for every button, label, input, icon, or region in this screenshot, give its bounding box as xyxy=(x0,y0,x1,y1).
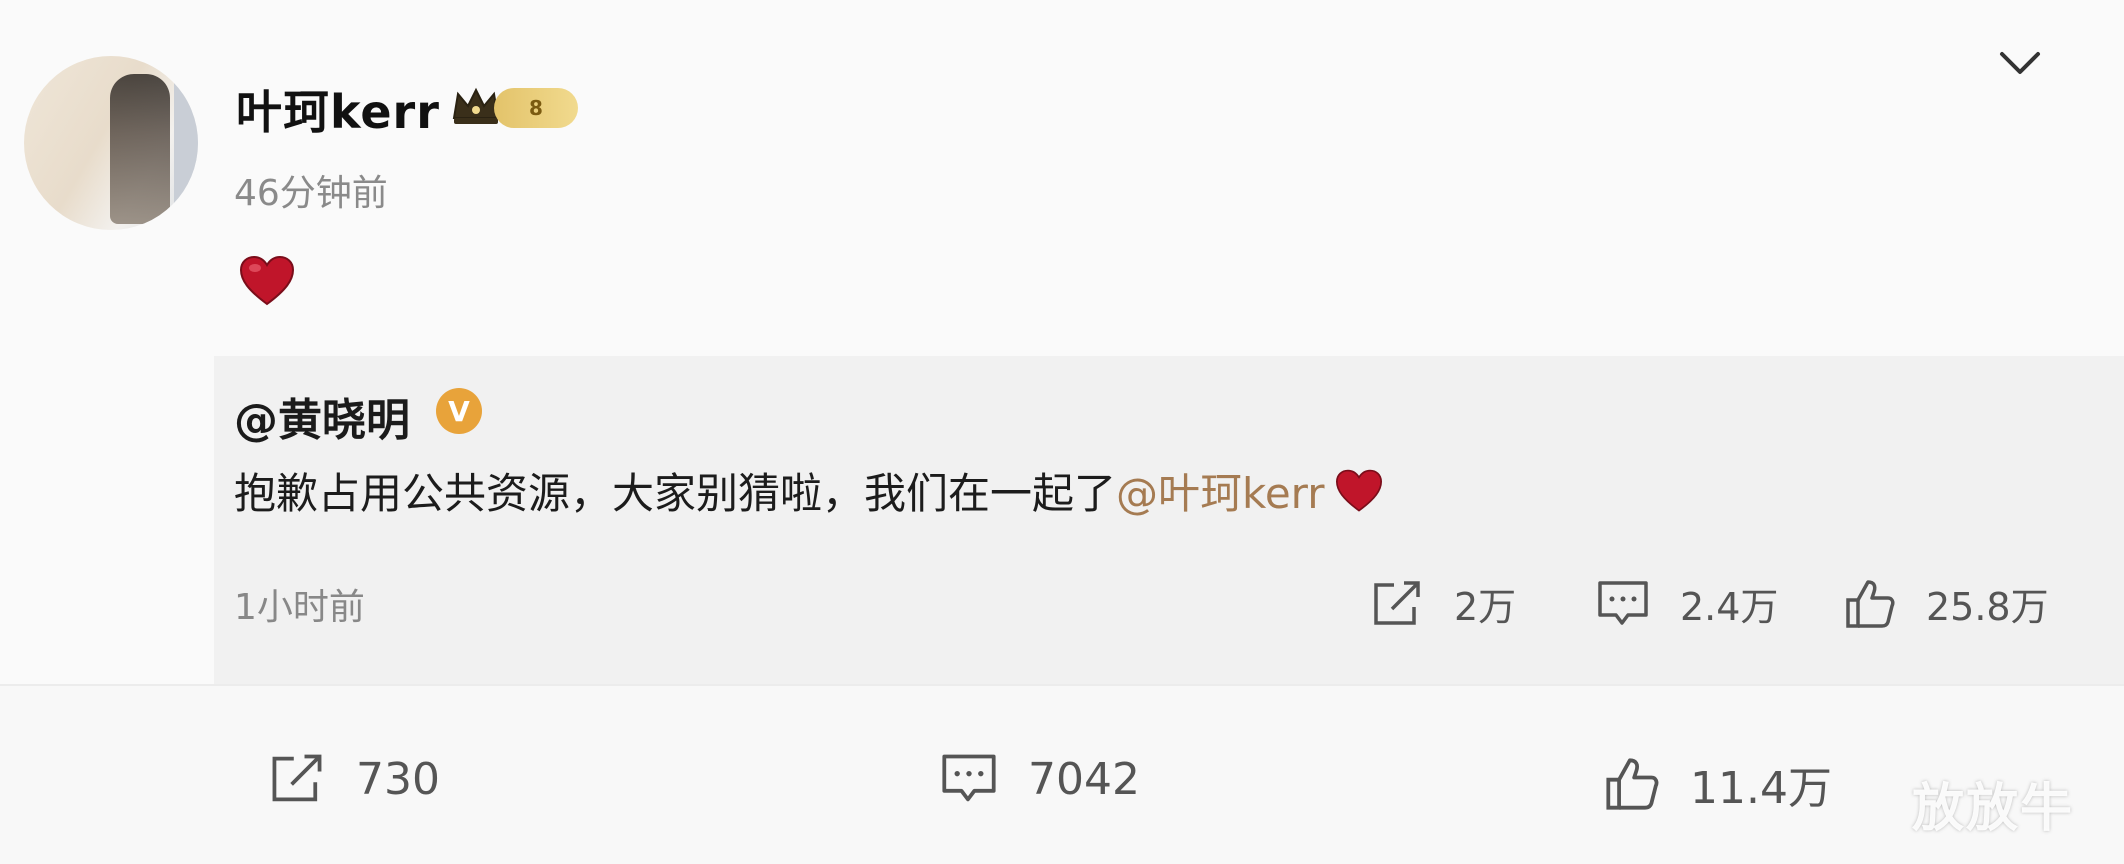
original-text-body: 抱歉占用公共资源，大家别猜啦，我们在一起了 xyxy=(234,469,1117,518)
avatar-background xyxy=(174,56,198,230)
original-like-button[interactable]: 25.8万 xyxy=(1844,576,2049,631)
original-text: 抱歉占用公共资源，大家别猜啦，我们在一起了@叶珂kerr xyxy=(234,460,1384,521)
original-like-count: 25.8万 xyxy=(1926,585,2049,629)
heart-icon xyxy=(239,255,295,306)
author-name[interactable]: 叶珂kerr xyxy=(236,76,440,142)
comment-icon xyxy=(1598,580,1648,625)
avatar[interactable] xyxy=(24,56,198,230)
action-bar: 730 7042 11.4万 xyxy=(0,686,2124,864)
share-icon xyxy=(272,754,322,802)
original-time: 1小时前 xyxy=(234,587,365,628)
verified-v-icon: V xyxy=(436,388,482,434)
share-icon xyxy=(1374,580,1420,625)
post-time: 46分钟前 xyxy=(234,173,388,214)
watermark: 放放牛 xyxy=(1912,779,2075,839)
level-badge: 8 xyxy=(494,88,578,128)
original-comment-button[interactable]: 2.4万 xyxy=(1596,576,1778,631)
share-count: 730 xyxy=(356,753,440,805)
avatar-figure xyxy=(110,74,170,224)
chevron-down-icon[interactable] xyxy=(1998,48,2042,78)
thumbs-up-icon xyxy=(1606,758,1659,810)
original-author[interactable]: @黄晓明 xyxy=(234,384,410,448)
comment-count: 7042 xyxy=(1028,753,1140,805)
original-comment-count: 2.4万 xyxy=(1680,585,1779,629)
like-count: 11.4万 xyxy=(1690,763,1832,814)
like-button[interactable]: 11.4万 xyxy=(1604,752,1832,816)
comment-button[interactable]: 7042 xyxy=(940,752,1140,806)
mention-link[interactable]: @叶珂kerr xyxy=(1116,469,1324,518)
repost-box[interactable]: @黄晓明 V 抱歉占用公共资源，大家别猜啦，我们在一起了@叶珂kerr 1小时前… xyxy=(214,356,2124,684)
heart-icon xyxy=(1336,469,1383,512)
share-button[interactable]: 730 xyxy=(268,752,440,806)
post-card: 叶珂kerr 8 46分钟前 @黄晓明 V 抱歉占用公共资源，大家别猜啦，我们在… xyxy=(0,0,2124,684)
thumbs-up-icon xyxy=(1846,579,1895,628)
comment-icon xyxy=(942,754,996,802)
original-share-count: 2万 xyxy=(1454,585,1517,629)
original-share-button[interactable]: 2万 xyxy=(1370,576,1516,631)
